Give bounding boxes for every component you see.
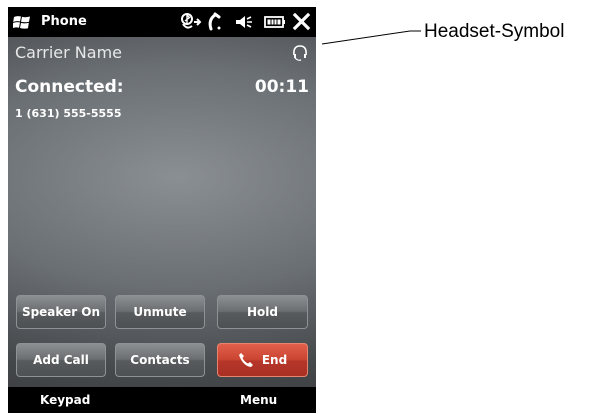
contacts-button[interactable]: Contacts xyxy=(115,343,205,377)
phone-handset-icon xyxy=(238,352,254,368)
headset-icon xyxy=(290,43,310,63)
softkey-bar: Keypad Menu xyxy=(8,387,316,413)
contacts-label: Contacts xyxy=(130,353,190,367)
hold-label: Hold xyxy=(247,305,278,319)
end-label: End xyxy=(261,353,288,367)
end-call-button[interactable]: End xyxy=(217,343,308,377)
carrier-name: Carrier Name xyxy=(15,43,123,62)
volume-icon xyxy=(234,12,254,32)
close-icon[interactable] xyxy=(292,12,312,32)
battery-icon xyxy=(264,12,286,32)
headset-symbol-label: Headset-Symbol xyxy=(424,21,565,42)
phone-number: 1 (631) 555-5555 xyxy=(15,107,122,120)
unmute-label: Unmute xyxy=(133,305,187,319)
softkey-menu[interactable]: Menu xyxy=(240,393,277,407)
call-timer: 00:11 xyxy=(254,77,309,97)
app-title: Phone xyxy=(41,14,87,29)
bluetooth-icon xyxy=(180,12,204,32)
unmute-button[interactable]: Unmute xyxy=(115,295,205,329)
speaker-on-label: Speaker On xyxy=(21,305,101,319)
phone-signal-icon xyxy=(206,12,224,32)
hold-button[interactable]: Hold xyxy=(217,295,308,329)
add-call-button[interactable]: Add Call xyxy=(16,343,106,377)
call-status: Connected: xyxy=(15,77,124,97)
status-bar: Phone xyxy=(8,7,316,37)
add-call-label: Add Call xyxy=(33,353,89,367)
call-area: Carrier Name Connected: 00:11 1 (631) 55… xyxy=(8,37,316,387)
phone-screen: Phone Carrier Name Connected: 00:11 1 (6… xyxy=(8,7,316,413)
softkey-keypad[interactable]: Keypad xyxy=(40,393,90,407)
speaker-on-button[interactable]: Speaker On xyxy=(16,295,106,329)
windows-start-icon[interactable] xyxy=(12,14,31,30)
